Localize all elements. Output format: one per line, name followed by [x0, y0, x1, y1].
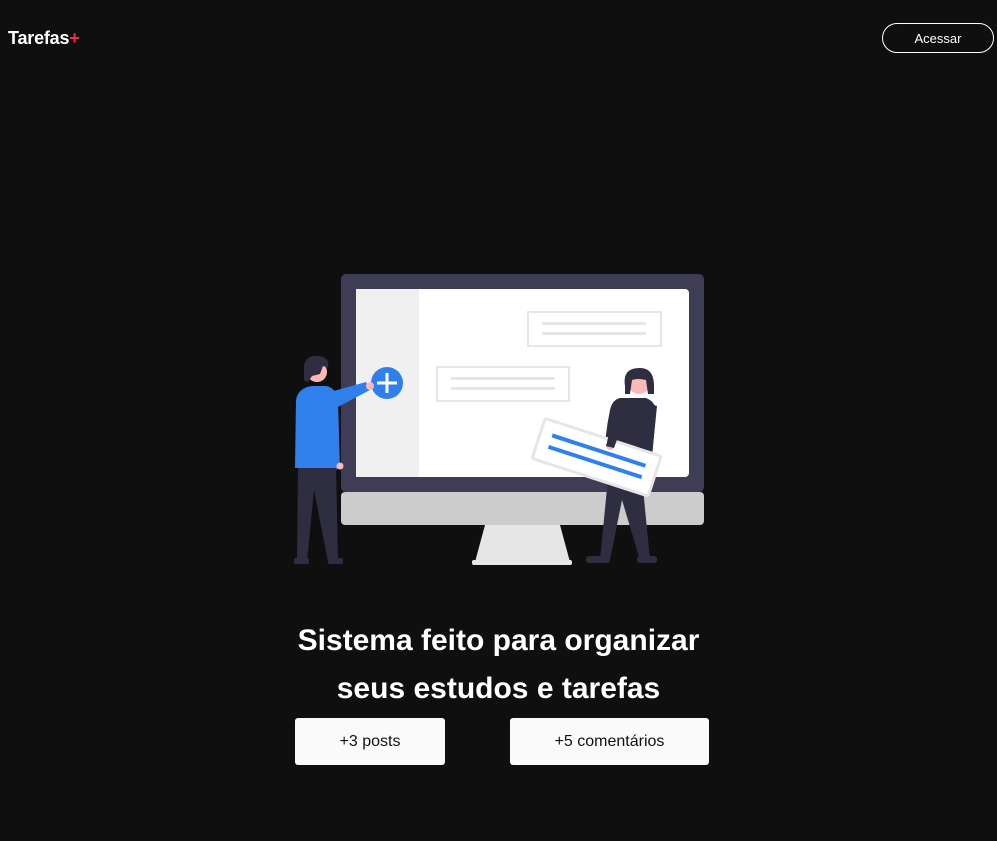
hero-headline-line1: Sistema feito para organizar	[297, 624, 700, 658]
posts-count-box: +3 posts	[295, 718, 445, 765]
logo[interactable]: Tarefas+	[8, 28, 80, 49]
logo-text: Tarefas	[8, 28, 70, 48]
screen-card	[527, 311, 662, 347]
logo-plus: +	[69, 28, 80, 48]
posts-count: +3 posts	[339, 732, 401, 750]
comments-count-box: +5 comentários	[510, 718, 709, 765]
screen-card	[436, 366, 570, 402]
monitor-base	[472, 560, 572, 565]
hero-headline-line2: seus estudos e tarefas	[336, 672, 661, 706]
monitor-chin	[341, 492, 704, 525]
header: Tarefas+ Acessar	[0, 0, 997, 78]
monitor-stand	[475, 525, 570, 562]
hero-headline: Sistema feito para organizar seus estudo…	[0, 617, 997, 713]
hero-illustration	[294, 274, 704, 565]
comments-count: +5 comentários	[554, 732, 665, 750]
login-button[interactable]: Acessar	[882, 23, 994, 53]
